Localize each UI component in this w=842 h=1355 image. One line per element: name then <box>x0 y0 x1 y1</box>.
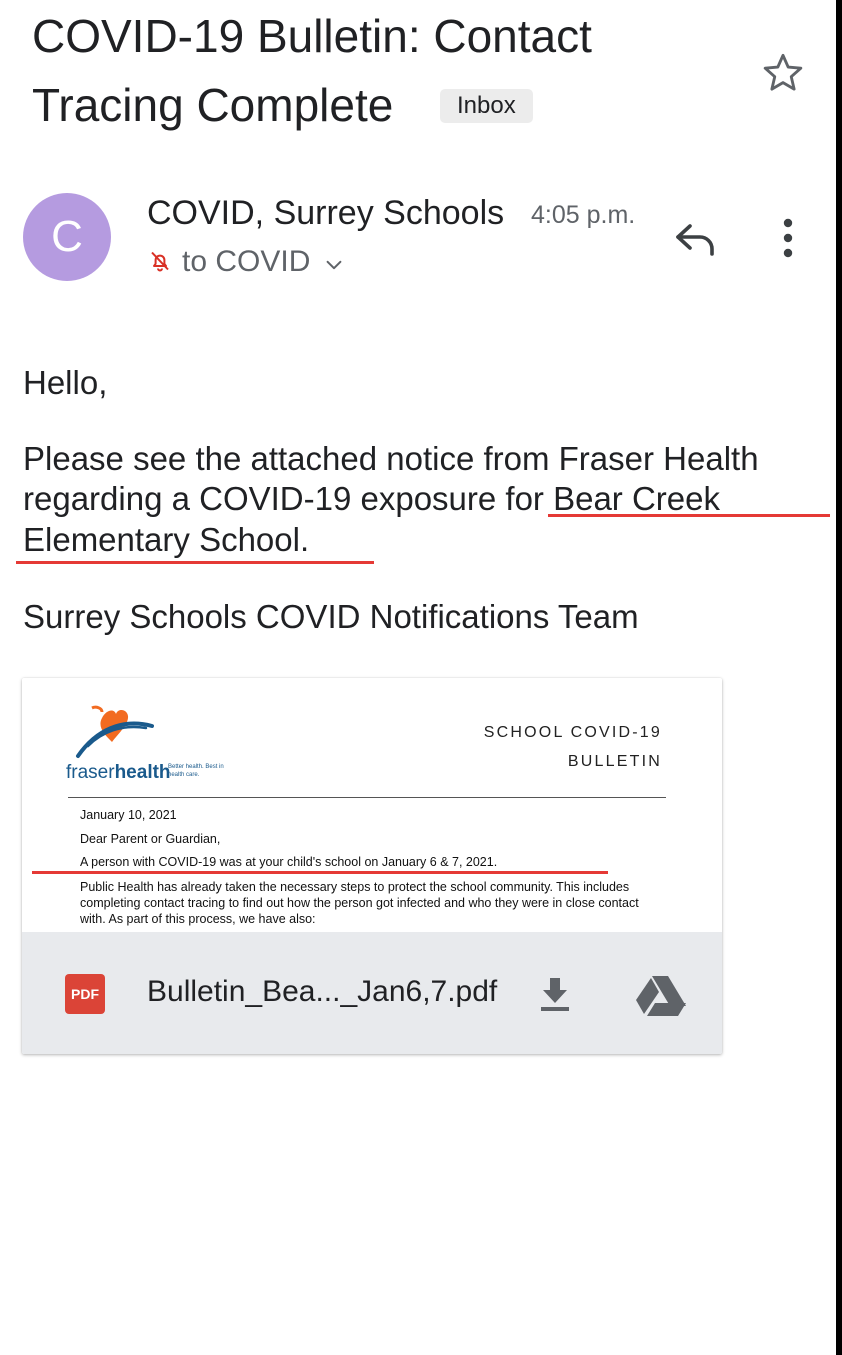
attachment-footer: PDF Bulletin_Bea..._Jan6,7.pdf <box>22 932 722 1054</box>
greeting-text: Hello, <box>23 364 108 401</box>
attachment-file-name[interactable]: Bulletin_Bea..._Jan6,7.pdf <box>147 972 497 1012</box>
fraser-health-wordmark-light: fraser <box>66 762 115 783</box>
message-line-3: Elementary School. <box>23 521 310 558</box>
document-exposure-line: A person with COVID-19 was at your child… <box>80 855 498 869</box>
star-icon[interactable] <box>760 50 806 96</box>
sender-avatar[interactable]: C <box>23 193 111 281</box>
highlight-underline-1 <box>548 514 830 517</box>
document-salutation: Dear Parent or Guardian, <box>80 832 221 846</box>
document-paragraph-line-1: Public Health has already taken the nece… <box>80 880 630 894</box>
attachment-card[interactable]: fraserhealth Better health. Best in heal… <box>22 678 722 1054</box>
email-subject-line-1: COVID-19 Bulletin: Contact <box>32 10 592 62</box>
message-line-1: Please see the attached notice from Fras… <box>23 440 759 477</box>
download-icon[interactable] <box>537 974 573 1014</box>
sender-name: COVID, Surrey Schools <box>147 194 505 232</box>
email-subject-line-2: Tracing Complete <box>32 79 394 131</box>
screen-edge <box>836 0 842 1355</box>
pdf-file-icon: PDF <box>65 974 105 1014</box>
chevron-down-icon[interactable] <box>323 254 345 276</box>
inbox-label-chip[interactable]: Inbox <box>440 89 533 123</box>
bulletin-heading-line-1: SCHOOL COVID-19 <box>483 724 662 741</box>
sent-time: 4:05 p.m. <box>531 201 636 229</box>
bulletin-heading-line-2: BULLETIN <box>567 753 662 770</box>
fraser-health-logo-icon <box>76 705 154 758</box>
reply-icon[interactable] <box>672 218 720 258</box>
bell-off-icon <box>151 251 169 272</box>
document-paragraph-line-2: completing contact tracing to find out h… <box>80 896 639 910</box>
signature-text: Surrey Schools COVID Notifications Team <box>23 598 639 635</box>
document-divider <box>68 797 666 798</box>
highlight-underline-3 <box>32 871 608 874</box>
recipient-text[interactable]: to COVID <box>182 243 310 281</box>
highlight-underline-2 <box>16 561 374 564</box>
bulletin-heading: SCHOOL COVID-19 BULLETIN <box>484 718 662 776</box>
fraser-health-tagline: Better health. Best in health care. <box>168 764 224 778</box>
more-vert-icon[interactable] <box>770 216 806 260</box>
document-date: January 10, 2021 <box>80 808 177 822</box>
attachment-preview[interactable]: fraserhealth Better health. Best in heal… <box>22 678 722 932</box>
fraser-health-wordmark: fraserhealth <box>66 762 171 784</box>
message-line-2: regarding a COVID-19 exposure for Bear C… <box>23 480 720 517</box>
fraser-health-wordmark-bold: health <box>114 762 171 783</box>
drive-icon[interactable] <box>634 974 686 1016</box>
document-paragraph-line-3: with. As part of this process, we have a… <box>80 912 316 926</box>
